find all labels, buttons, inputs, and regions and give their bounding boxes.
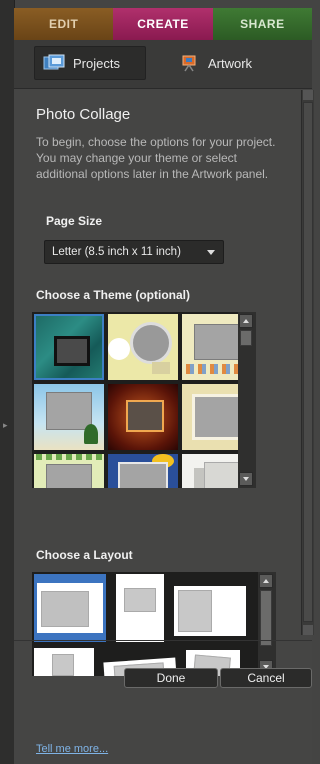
tab-artwork[interactable]: Artwork xyxy=(174,46,288,80)
theme-thumbnail[interactable] xyxy=(34,454,104,488)
tab-create[interactable]: CREATE xyxy=(113,8,213,40)
panel-scrollbar[interactable] xyxy=(301,90,314,635)
page-size-heading: Page Size xyxy=(46,214,103,228)
theme-thumbnail[interactable] xyxy=(34,314,104,380)
page-title: Photo Collage xyxy=(36,106,131,123)
arrow-up-icon xyxy=(243,319,249,323)
theme-thumbnail[interactable] xyxy=(108,384,178,450)
scroll-up-button[interactable] xyxy=(303,90,313,100)
expand-arrow-icon[interactable]: ▸ xyxy=(3,420,8,431)
divider xyxy=(14,640,312,641)
theme-scrollbar[interactable] xyxy=(238,312,256,488)
tab-edit[interactable]: EDIT xyxy=(14,8,114,40)
chevron-down-icon xyxy=(207,250,215,255)
scroll-thumb[interactable] xyxy=(260,590,272,646)
scroll-thumb[interactable] xyxy=(303,102,313,622)
theme-thumbnail[interactable] xyxy=(34,384,104,450)
intro-text: To begin, choose the options for your pr… xyxy=(36,135,276,181)
projects-label: Projects xyxy=(73,55,120,71)
photo-collage-form: Photo Collage To begin, choose the optio… xyxy=(24,92,302,684)
cancel-button[interactable]: Cancel xyxy=(220,668,312,688)
arrow-up-icon xyxy=(263,579,269,583)
artwork-label: Artwork xyxy=(208,55,253,71)
create-panel: Projects Artwork Photo Collage To begin,… xyxy=(14,40,314,764)
layout-thumbnail[interactable] xyxy=(34,648,94,676)
tab-projects[interactable]: Projects xyxy=(34,46,146,80)
mode-tabs: EDIT CREATE SHARE xyxy=(14,8,312,40)
sub-tabs: Projects Artwork xyxy=(14,40,312,89)
page-size-dropdown[interactable]: Letter (8.5 inch x 11 inch) xyxy=(44,240,224,264)
layout-grid xyxy=(32,572,276,676)
layout-thumbnail[interactable] xyxy=(174,586,246,636)
layout-thumbnail[interactable] xyxy=(116,574,164,642)
theme-thumbnail[interactable] xyxy=(108,314,178,380)
projects-icon xyxy=(43,54,65,70)
tab-share[interactable]: SHARE xyxy=(212,8,312,40)
theme-thumbnail[interactable] xyxy=(108,454,178,488)
theme-grid xyxy=(32,312,256,488)
arrow-down-icon xyxy=(243,477,249,481)
scroll-up-button[interactable] xyxy=(239,314,253,328)
tell-me-more-link[interactable]: Tell me more... xyxy=(36,743,108,755)
scroll-thumb[interactable] xyxy=(240,330,252,346)
layout-scrollbar[interactable] xyxy=(258,572,276,676)
artwork-icon xyxy=(182,55,196,72)
page-size-value: Letter (8.5 inch x 11 inch) xyxy=(52,246,181,258)
left-collapse-strip[interactable]: ▸ xyxy=(0,0,15,764)
scroll-down-button[interactable] xyxy=(239,472,253,486)
layout-heading: Choose a Layout xyxy=(36,548,133,562)
done-button[interactable]: Done xyxy=(124,668,218,688)
scroll-up-button[interactable] xyxy=(259,574,273,588)
theme-heading: Choose a Theme (optional) xyxy=(36,288,191,302)
scroll-down-button[interactable] xyxy=(303,625,313,635)
layout-thumbnail[interactable] xyxy=(34,574,106,642)
